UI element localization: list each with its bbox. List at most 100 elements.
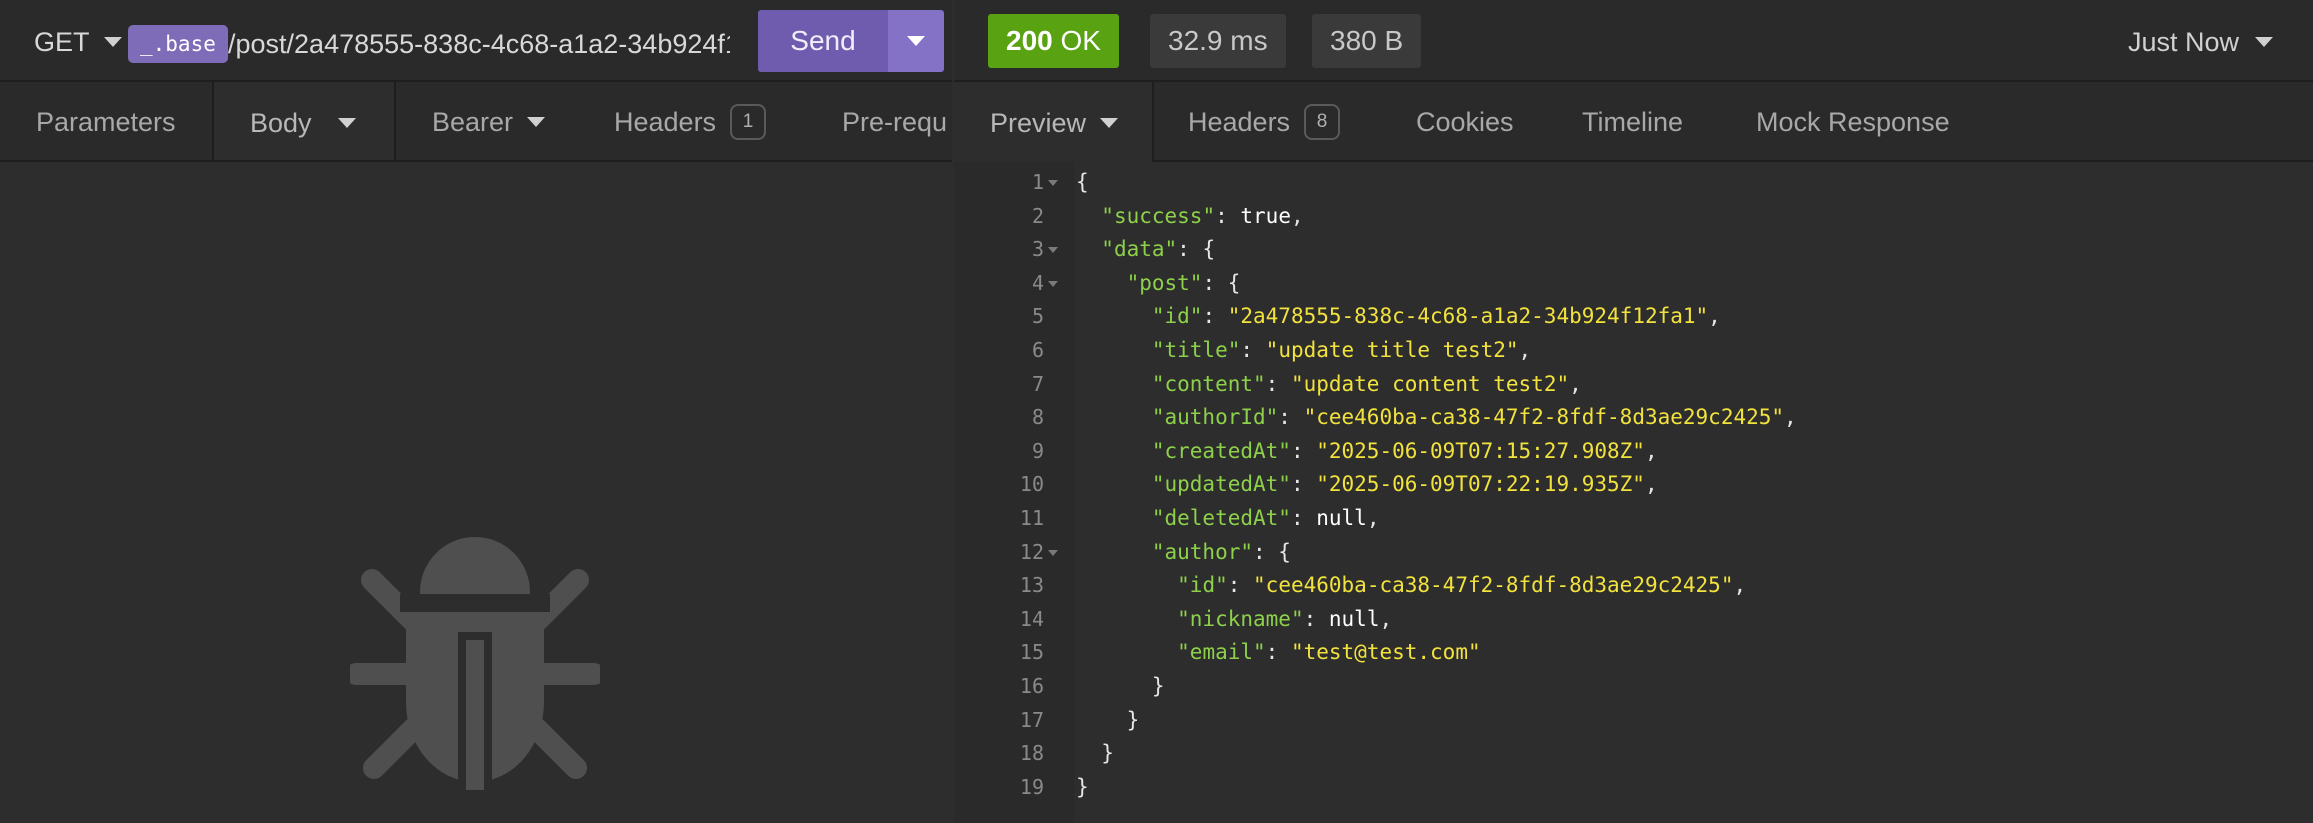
code-text: "author": { xyxy=(1151,539,1291,564)
code-line: 16 } xyxy=(954,670,2313,703)
fold-toggle-icon[interactable] xyxy=(1048,180,1058,186)
line-number: 14 xyxy=(1019,606,1044,631)
code-line: 10 "updatedAt": "2025-06-09T07:22:19.935… xyxy=(954,468,2313,501)
tab-label: Mock Response xyxy=(1756,106,1950,137)
response-size-badge: 380 B xyxy=(1312,14,1422,68)
code-text: } xyxy=(1076,774,1089,799)
code-text: "nickname": null, xyxy=(1177,606,1393,631)
code-text: } xyxy=(1076,707,1140,732)
status-text: OK xyxy=(1060,25,1101,56)
response-tabs: Preview Headers 8 Cookies Timeline Mock … xyxy=(954,82,2313,164)
chevron-down-icon xyxy=(527,117,546,127)
line-number: 3 xyxy=(1031,237,1044,262)
code-line: 3 "data": { xyxy=(954,233,2313,266)
code-line: 4 "post": { xyxy=(954,267,2313,300)
response-status-bar: 200 OK 32.9 ms 380 B Just Now xyxy=(954,0,2313,82)
code-line: 12 "author": { xyxy=(954,536,2313,569)
code-text: { xyxy=(1076,170,1089,194)
chevron-down-icon xyxy=(103,37,122,47)
tab-cookies[interactable]: Cookies xyxy=(1416,82,1514,162)
line-number: 5 xyxy=(1031,304,1044,329)
response-time-badge: 32.9 ms xyxy=(1150,14,1286,68)
code-text: "title": "update title test2", xyxy=(1151,338,1532,362)
chevron-down-icon xyxy=(907,36,925,46)
method-dropdown[interactable]: GET xyxy=(34,24,122,60)
code-line: 19} xyxy=(954,771,2313,804)
code-line: 1{ xyxy=(954,166,2313,199)
code-text: "id": "cee460ba-ca38-47f2-8fdf-8d3ae29c2… xyxy=(1177,573,1747,598)
line-number: 15 xyxy=(1019,640,1044,665)
tab-label: Parameters xyxy=(36,106,176,137)
request-tabs: Parameters Body Bearer Headers 1 Pre-req… xyxy=(0,82,952,162)
tab-label: Timeline xyxy=(1582,106,1684,137)
fold-toggle-icon[interactable] xyxy=(1048,549,1058,556)
tab-pre-request[interactable]: Pre-requ xyxy=(842,82,948,160)
code-text: "success": true, xyxy=(1101,203,1304,228)
code-text: } xyxy=(1076,741,1114,766)
tab-label: Cookies xyxy=(1416,106,1514,137)
code-line: 6 "title": "update title test2", xyxy=(954,334,2313,367)
tab-parameters[interactable]: Parameters xyxy=(36,82,176,160)
line-number: 2 xyxy=(1031,203,1044,228)
url-input[interactable]: /post/2a478555-838c-4c68-a1a2-34b924f12f… xyxy=(228,24,730,64)
send-options-button[interactable] xyxy=(888,10,944,72)
tab-headers[interactable]: Headers 1 xyxy=(614,82,767,160)
code-line: 15 "email": "test@test.com" xyxy=(954,636,2313,669)
response-json-viewer[interactable]: 1{2 "success": true, 3 "data": {4 "post":… xyxy=(954,162,2313,823)
status-code: 200 xyxy=(1006,25,1053,56)
request-pane: GET _.base /post/2a478555-838c-4c68-a1a2… xyxy=(0,0,952,823)
line-number: 13 xyxy=(1019,573,1044,598)
tab-mock-response[interactable]: Mock Response xyxy=(1756,82,1950,162)
code-text: "updatedAt": "2025-06-09T07:22:19.935Z", xyxy=(1151,472,1658,497)
tab-label: Bearer xyxy=(432,106,514,137)
code-line: 14 "nickname": null, xyxy=(954,603,2313,636)
line-number: 9 xyxy=(1031,438,1044,463)
tab-label: Pre-requ xyxy=(842,106,948,137)
fold-toggle-icon[interactable] xyxy=(1048,280,1058,287)
code-text: "content": "update content test2", xyxy=(1151,371,1582,396)
tab-label: Headers xyxy=(1188,106,1291,137)
environment-variable-tag[interactable]: _.base xyxy=(128,25,228,63)
line-number: 6 xyxy=(1031,338,1044,362)
code-line: 9 "createdAt": "2025-06-09T07:15:27.908Z… xyxy=(954,435,2313,468)
tab-label: Headers xyxy=(614,106,717,137)
chevron-down-icon xyxy=(2255,37,2273,47)
code-line: 17 } xyxy=(954,704,2313,737)
headers-count-badge: 8 xyxy=(1304,104,1341,140)
fold-toggle-icon[interactable] xyxy=(1048,247,1058,254)
headers-count-badge: 1 xyxy=(730,104,767,140)
line-number: 1 xyxy=(1031,170,1044,194)
line-number: 16 xyxy=(1019,674,1044,698)
code-text: } xyxy=(1076,674,1165,698)
status-badge: 200 OK xyxy=(988,14,1119,68)
code-line: 5 "id": "2a478555-838c-4c68-a1a2-34b924f… xyxy=(954,300,2313,333)
line-number: 19 xyxy=(1019,774,1044,799)
line-number: 10 xyxy=(1019,472,1044,497)
line-number: 18 xyxy=(1019,741,1044,766)
tab-body[interactable]: Body xyxy=(212,82,396,160)
history-label: Just Now xyxy=(2127,26,2239,57)
chevron-down-icon xyxy=(1100,118,1119,128)
tab-bearer[interactable]: Bearer xyxy=(432,82,546,160)
line-number: 17 xyxy=(1019,707,1044,732)
line-number: 12 xyxy=(1019,539,1044,564)
code-text: "data": { xyxy=(1101,237,1216,262)
tab-label: Body xyxy=(250,107,312,138)
send-button[interactable]: Send xyxy=(758,10,888,72)
response-pane: 200 OK 32.9 ms 380 B Just Now Preview He… xyxy=(954,0,2313,823)
code-line: 13 "id": "cee460ba-ca38-47f2-8fdf-8d3ae2… xyxy=(954,569,2313,602)
code-text: "deletedAt": null, xyxy=(1151,506,1380,530)
url-bar: GET _.base /post/2a478555-838c-4c68-a1a2… xyxy=(0,0,952,82)
code-line: 18 } xyxy=(954,737,2313,770)
tab-timeline[interactable]: Timeline xyxy=(1582,82,1683,162)
code-text: "authorId": "cee460ba-ca38-47f2-8fdf-8d3… xyxy=(1151,405,1797,430)
code-line: 7 "content": "update content test2", xyxy=(954,368,2313,401)
code-line: 8 "authorId": "cee460ba-ca38-47f2-8fdf-8… xyxy=(954,401,2313,434)
line-number: 8 xyxy=(1031,405,1044,430)
line-number: 11 xyxy=(1019,506,1044,530)
code-text: "post": { xyxy=(1126,270,1241,295)
tab-label: Preview xyxy=(990,107,1087,138)
tab-response-headers[interactable]: Headers 8 xyxy=(1188,82,1341,162)
history-dropdown[interactable]: Just Now xyxy=(2128,24,2273,60)
tab-preview[interactable]: Preview xyxy=(954,82,1154,164)
